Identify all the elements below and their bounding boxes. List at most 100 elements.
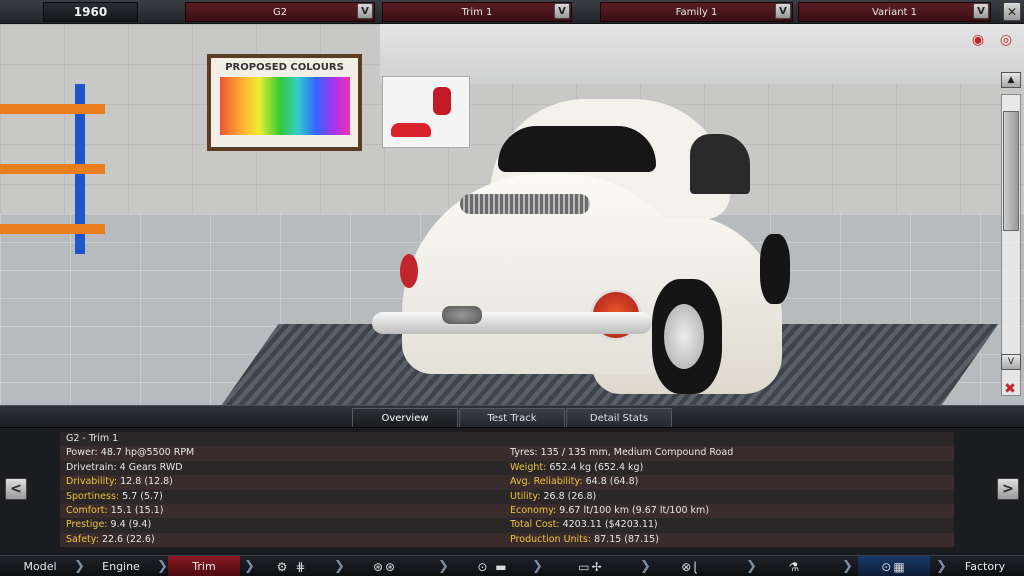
trim-dropdown-button[interactable]: V	[554, 3, 570, 19]
front-wheel	[760, 234, 790, 304]
model-select[interactable]: G2	[185, 2, 375, 22]
stat-value: 652.4 kg (652.4 kg)	[549, 461, 644, 473]
year-display: 1960	[43, 2, 138, 22]
side-window	[690, 134, 750, 194]
nav-engine[interactable]: Engine	[88, 556, 154, 576]
stat-row: Economy: 9.67 lt/100 km (9.67 lt/100 km)	[510, 504, 709, 518]
colours-poster: PROPOSED COLOURS	[207, 54, 362, 151]
tab-overview[interactable]: Overview	[352, 408, 458, 427]
scrollbar-thumb[interactable]	[1003, 111, 1019, 231]
stat-row: Prestige: 9.4 (9.4)	[66, 518, 151, 532]
stat-label: Power:	[66, 447, 98, 459]
chevron-right-icon: ❯	[244, 559, 255, 574]
nav-suspension[interactable]: ⊛⊛	[355, 556, 415, 576]
nav-finish[interactable]: ⊙▦	[858, 556, 930, 576]
tab-test-track[interactable]: Test Track	[459, 408, 565, 427]
automation-car-designer: 1960 G2 V Trim 1 V Family 1 V Variant 1 …	[0, 0, 1024, 576]
nav-factory[interactable]: Factory	[950, 556, 1020, 576]
model-dropdown-button[interactable]: V	[357, 3, 373, 19]
nav-model[interactable]: Model	[10, 556, 70, 576]
stat-label: Utility:	[510, 490, 541, 502]
stat-label: Avg. Reliability:	[510, 476, 583, 488]
chevron-right-icon: ❯	[157, 559, 168, 574]
stat-row: Utility: 26.8 (26.8)	[510, 490, 596, 504]
body-icon: ⊙ ▬	[477, 559, 509, 574]
family-dropdown-button[interactable]: V	[775, 3, 791, 19]
variant-select[interactable]: Variant 1	[798, 2, 991, 22]
stat-value: 5.7 (5.7)	[122, 490, 163, 502]
family-select[interactable]: Family 1	[600, 2, 793, 22]
overview-stats: G2 - Trim 1 Power: 48.7 hp@5500 RPM Drive…	[60, 430, 954, 550]
stat-label: Prestige:	[66, 519, 108, 531]
steering-icon: ⊗	[681, 559, 694, 574]
stat-value: 4 Gears RWD	[119, 461, 183, 473]
scroll-up-button[interactable]: ▲	[1001, 72, 1021, 88]
nav-styling[interactable]: ▭ ✢	[548, 556, 634, 576]
stat-row: Tyres: 135 / 135 mm, Medium Compound Roa…	[510, 446, 733, 460]
stat-value: 9.67 lt/100 km (9.67 lt/100 km)	[559, 505, 710, 516]
stat-value: 26.8 (26.8)	[543, 490, 597, 502]
stat-row: Weight: 652.4 kg (652.4 kg)	[510, 461, 643, 475]
chevron-right-icon: ❯	[640, 559, 651, 574]
rear-bumper	[372, 312, 652, 334]
stat-row: Total Cost: 4203.11 ($4203.11)	[510, 518, 658, 532]
chevron-right-icon: ❯	[334, 559, 345, 574]
variant-dropdown-button[interactable]: V	[973, 3, 989, 19]
stat-row: Comfort: 15.1 (15.1)	[66, 504, 163, 518]
stat-label: Tyres:	[510, 447, 538, 459]
tab-detail-stats[interactable]: Detail Stats	[566, 408, 672, 427]
nav-test[interactable]: ⚗	[770, 556, 820, 576]
nav-chassis[interactable]: ⚙ ⋕	[262, 556, 322, 576]
chassis-icon: ⚙ ⋕	[276, 559, 308, 574]
seat-icon: ɭ	[693, 559, 699, 574]
stat-value: 22.6 (22.6)	[101, 533, 155, 545]
record-icon[interactable]: ◉	[968, 30, 988, 50]
bottom-navigation: Model ❯ Engine ❯ Trim ❯ ⚙ ⋕ ❯ ⊛⊛ ❯ ⊙ ▬ ❯…	[0, 555, 1024, 576]
exhaust-pipes	[442, 306, 482, 324]
car-model[interactable]	[372, 99, 792, 394]
stat-value: 15.1 (15.1)	[110, 505, 164, 516]
poster-title: PROPOSED COLOURS	[225, 62, 344, 73]
stats-tabs: Overview Test Track Detail Stats	[0, 405, 1024, 427]
stat-row: Sportiness: 5.7 (5.7)	[66, 490, 163, 504]
stat-value: 64.8 (64.8)	[585, 476, 639, 488]
stat-label: Comfort:	[66, 505, 108, 516]
chevron-right-icon: ❯	[936, 559, 947, 574]
chevron-right-icon: ❯	[438, 559, 449, 574]
checkered-flag-icon: ⊙▦	[881, 559, 907, 574]
trim-select[interactable]: Trim 1	[382, 2, 572, 22]
stat-row: Avg. Reliability: 64.8 (64.8)	[510, 475, 638, 489]
stat-value: 4203.11 ($4203.11)	[562, 519, 658, 531]
scroll-down-button[interactable]: V	[1001, 354, 1021, 370]
nav-trim[interactable]: Trim	[168, 556, 240, 576]
stat-label: Production Units:	[510, 533, 592, 545]
stat-row: Drivability: 12.8 (12.8)	[66, 475, 173, 489]
rear-window	[498, 126, 656, 172]
stat-value: 87.15 (87.15)	[594, 533, 659, 545]
stat-label: Sportiness:	[66, 490, 120, 502]
nav-body[interactable]: ⊙ ▬	[458, 556, 528, 576]
close-button[interactable]: ✕	[1003, 2, 1021, 21]
previous-trim-button[interactable]: <	[5, 478, 27, 500]
stat-value: 12.8 (12.8)	[120, 476, 173, 488]
view-scrollbar[interactable]	[1001, 94, 1021, 396]
chevron-right-icon: ❯	[842, 559, 853, 574]
camera-icon[interactable]: ◎	[996, 30, 1016, 50]
colour-swatches	[219, 77, 350, 135]
next-trim-button[interactable]: >	[997, 478, 1019, 500]
nav-interior[interactable]: ⊗ ɭ	[660, 556, 720, 576]
shelf	[0, 84, 110, 254]
stat-label: Safety:	[66, 533, 99, 545]
left-tail-light	[400, 254, 418, 288]
suspension-icon: ⊛⊛	[372, 559, 398, 574]
stat-row: Drivetrain: 4 Gears RWD	[66, 461, 183, 475]
stat-row: Production Units: 87.15 (87.15)	[510, 533, 659, 547]
stat-label: Drivetrain:	[66, 461, 117, 473]
stats-title: G2 - Trim 1	[66, 433, 119, 444]
garage-ceiling	[380, 24, 1024, 84]
fan-icon: ✢	[591, 559, 604, 574]
engine-grille	[460, 194, 590, 214]
car-3d-viewport[interactable]: PROPOSED COLOURS ◉ ◎ ▲ V ✖	[0, 24, 1024, 405]
tools-icon[interactable]: ✖	[1000, 379, 1020, 399]
chevron-right-icon: ❯	[746, 559, 757, 574]
